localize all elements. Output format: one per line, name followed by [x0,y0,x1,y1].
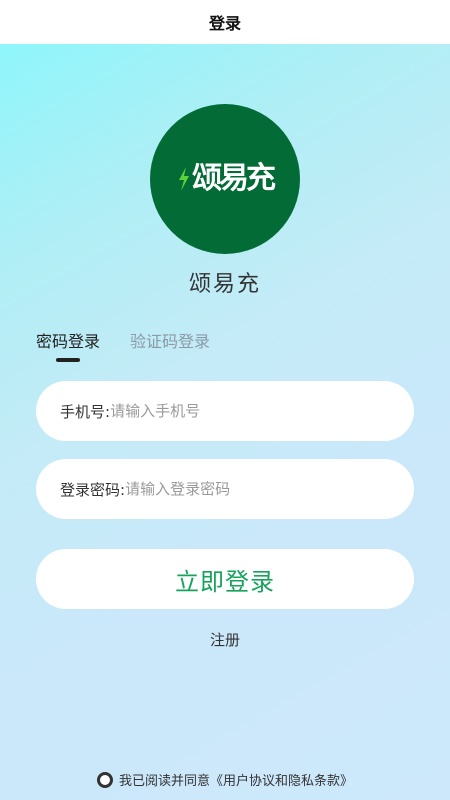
logo-text: 颂易充 [192,161,276,196]
phone-input[interactable] [110,402,394,420]
lightning-bolt-icon [179,167,189,191]
login-button[interactable]: 立即登录 [36,549,414,609]
phone-label: 手机号: [60,402,111,421]
password-field[interactable]: 登录密码: [36,459,414,519]
agreement-text: 我已阅读并同意《用户协议和隐私条款》 [119,770,353,789]
login-page: 颂易充 颂易充 密码登录 验证码登录 手机号: 登录密码: 立即登录 注册 我已… [0,44,450,800]
nav-bar: 登录 [0,0,450,44]
app-logo: 颂易充 [150,104,300,254]
phone-field[interactable]: 手机号: [36,381,414,441]
agree-radio[interactable] [96,771,113,788]
agreement-prefix: 我已阅读并同意 [118,774,210,789]
page-title: 登录 [208,14,241,33]
register-link[interactable]: 注册 [0,629,450,650]
brand-name: 颂易充 [188,272,261,297]
password-label: 登录密码: [60,480,126,499]
password-input[interactable] [125,480,394,498]
agreement-link[interactable]: 《用户协议和隐私条款》 [210,774,353,789]
tab-password-login[interactable]: 密码登录 [36,328,100,352]
tab-code-login[interactable]: 验证码登录 [130,328,210,352]
active-tab-indicator [56,358,80,362]
logo-mark: 颂易充 [177,161,276,196]
agreement-row: 我已阅读并同意《用户协议和隐私条款》 [0,770,450,789]
